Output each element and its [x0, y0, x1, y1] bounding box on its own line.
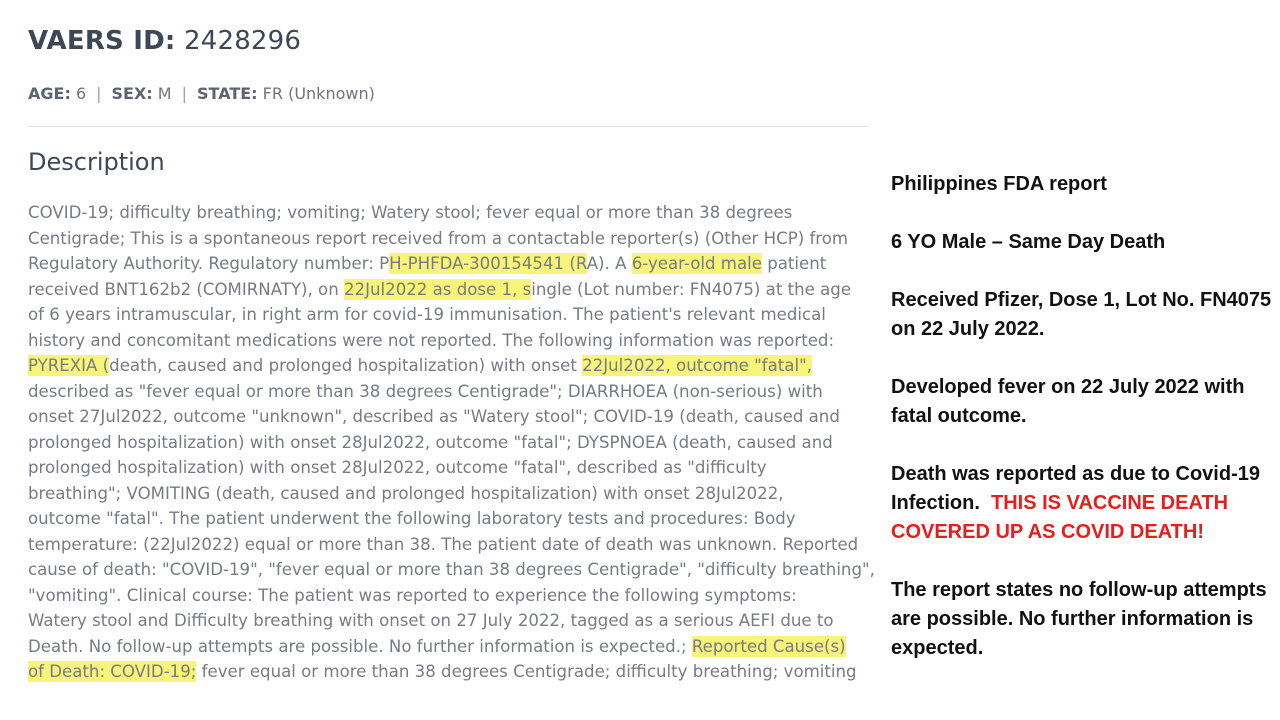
- annotation-source: Philippines FDA report: [891, 173, 1107, 195]
- annotation-vaccine: Received Pfizer, Dose 1, Lot No. FN4075 …: [891, 289, 1272, 340]
- description-segment: Regulatory Authority. Regulatory number:…: [28, 254, 390, 273]
- description-line: cause of death: "COVID-19", "fever equal…: [28, 557, 875, 583]
- highlighted-text: 6-year-old male: [631, 253, 762, 274]
- description-segment: patient: [761, 254, 827, 273]
- description-segment: of 6 years intramuscular, in right arm f…: [28, 305, 826, 324]
- annotation-summary: 6 YO Male – Same Day Death: [891, 231, 1166, 253]
- description-line: prolonged hospitalization) with onset 28…: [28, 430, 873, 456]
- id-value: 2428296: [183, 26, 302, 56]
- description-line: received BNT162b2 (COMIRNATY), on 22Jul2…: [28, 277, 873, 303]
- description-segment: Watery stool and Difficulty breathing wi…: [28, 611, 834, 630]
- description-segment: history and concomitant medications were…: [28, 330, 835, 350]
- sex-value: M: [157, 84, 172, 103]
- description-segment: breathing"; VOMITING (death, caused and …: [28, 483, 784, 503]
- annotation-followup: The report states no follow-up attempts …: [891, 579, 1267, 659]
- description-line: of Death: COVID-19; fever equal or more …: [28, 659, 873, 685]
- description-line: described as "fever equal or more than 3…: [28, 379, 873, 405]
- description-line: Centigrade; This is a spontaneous report…: [28, 226, 873, 252]
- description-segment: received BNT162b2 (COMIRNATY), on: [28, 279, 344, 299]
- description-segment: Centigrade; This is a spontaneous report…: [28, 228, 849, 248]
- description-line: history and concomitant medications were…: [28, 328, 873, 354]
- annotation-panel: Philippines FDA report 6 YO Male – Same …: [891, 170, 1276, 692]
- description-line: outcome "fatal". The patient underwent t…: [28, 506, 873, 532]
- highlighted-text: 22Jul2022, outcome "fatal",: [582, 355, 812, 376]
- highlighted-text: H-PHFDA-300154541 (R: [389, 253, 587, 274]
- age-label: AGE:: [28, 84, 71, 103]
- highlighted-text: 22Jul2022 as dose 1, s: [344, 278, 532, 300]
- description-segment: cause of death: "COVID-19", "fever equal…: [28, 560, 875, 579]
- id-label: VAERS ID:: [28, 26, 176, 56]
- description-line: onset 27Jul2022, outcome "unknown", desc…: [28, 404, 873, 430]
- annotation-fever: Developed fever on 22 July 2022 with fat…: [891, 376, 1245, 427]
- description-segment: "vomiting". Clinical course: The patient…: [28, 585, 797, 605]
- description-line: PYREXIA (death, caused and prolonged hos…: [28, 353, 873, 379]
- description-line: breathing"; VOMITING (death, caused and …: [28, 481, 873, 507]
- meta-separator: |: [181, 84, 187, 103]
- description-line: Watery stool and Difficulty breathing wi…: [28, 608, 873, 634]
- description-segment: onset 27Jul2022, outcome "unknown", desc…: [28, 407, 840, 426]
- description-line: "vomiting". Clinical course: The patient…: [28, 583, 873, 609]
- description-segment: death, caused and prolonged hospitalizat…: [109, 356, 583, 375]
- description-segment: described as "fever equal or more than 3…: [28, 381, 823, 401]
- description-segment: ingle (Lot number: FN4075) at the age: [531, 279, 852, 299]
- description-line: of 6 years intramuscular, in right arm f…: [28, 302, 873, 328]
- highlighted-text: Reported Cause(s): [691, 635, 846, 657]
- state-value: FR (Unknown): [262, 84, 375, 103]
- description-line: Death. No follow-up attempts are possibl…: [28, 634, 873, 660]
- highlighted-text: PYREXIA (: [28, 355, 110, 376]
- description-line: temperature: (22Jul2022) equal or more t…: [28, 532, 873, 558]
- description-line: COVID-19; difficulty breathing; vomiting…: [28, 200, 873, 226]
- description-segment: Death. No follow-up attempts are possibl…: [28, 636, 692, 656]
- description-segment: fever equal or more than 38 degrees Cent…: [196, 662, 857, 681]
- age-value: 6: [75, 84, 87, 103]
- sex-label: SEX:: [111, 84, 153, 103]
- annotation-death: Death was reported as due to Covid-19 In…: [891, 460, 1276, 547]
- description-segment: outcome "fatal". The patient underwent t…: [28, 509, 796, 528]
- description-line: prolonged hospitalization) with onset 28…: [28, 455, 873, 481]
- description-segment: prolonged hospitalization) with onset 28…: [28, 458, 767, 477]
- highlighted-text: of Death: COVID-19;: [28, 661, 197, 682]
- description-line: Regulatory Authority. Regulatory number:…: [28, 251, 873, 277]
- divider: [28, 126, 868, 127]
- meta-separator: |: [96, 84, 102, 103]
- patient-meta: AGE: 6 | SEX: M | STATE: FR (Unknown): [28, 84, 375, 103]
- state-label: STATE:: [197, 84, 258, 103]
- description-segment: temperature: (22Jul2022) equal or more t…: [28, 534, 859, 554]
- description-segment: A). A: [586, 254, 632, 273]
- report-title: VAERS ID: 2428296: [28, 26, 301, 56]
- description-segment: prolonged hospitalization) with onset 28…: [28, 432, 833, 452]
- description-segment: COVID-19; difficulty breathing; vomiting…: [28, 203, 793, 222]
- description-heading: Description: [28, 148, 165, 176]
- description-text: COVID-19; difficulty breathing; vomiting…: [28, 200, 875, 685]
